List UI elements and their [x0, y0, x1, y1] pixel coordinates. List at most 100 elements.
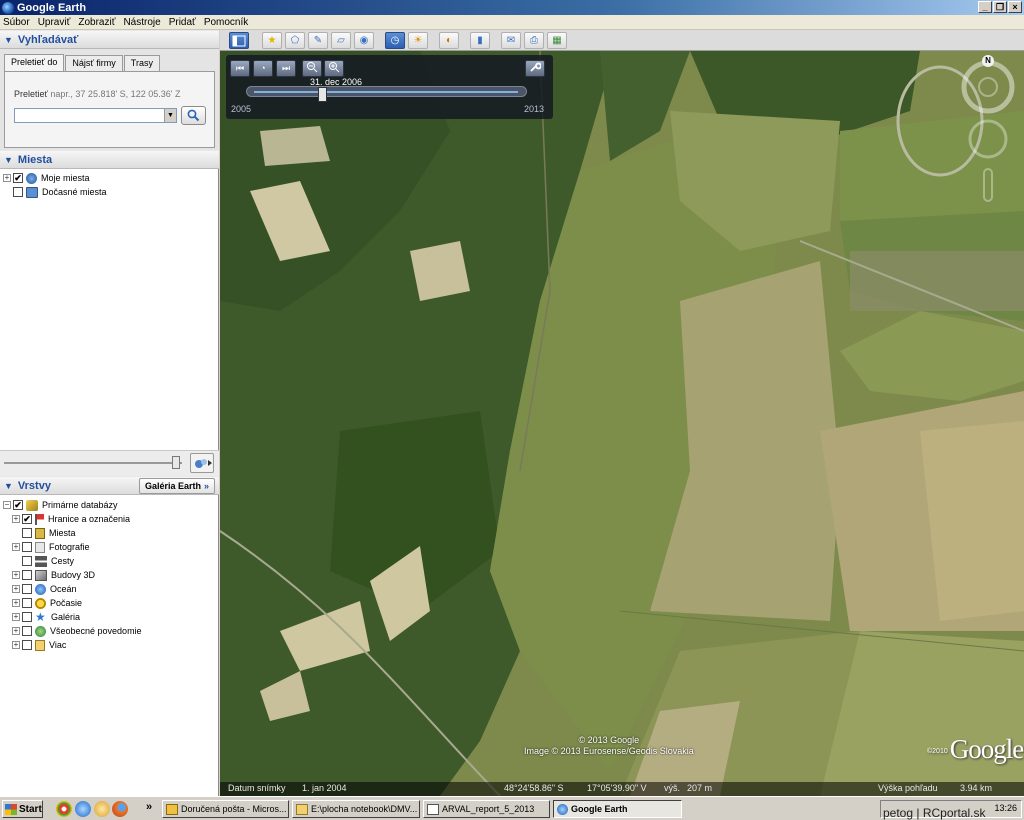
expand-icon[interactable]: + [12, 627, 20, 635]
checkbox-my-places[interactable]: ✔ [13, 173, 23, 183]
expand-icon[interactable]: + [12, 585, 20, 593]
borders-flag-icon [35, 513, 44, 525]
clock[interactable]: 13:26 [994, 803, 1017, 813]
layer-checkbox[interactable] [22, 570, 32, 580]
time-slider-track[interactable] [246, 86, 527, 102]
menu-edit[interactable]: Upraviť [38, 17, 71, 28]
layer-item[interactable]: + Všeobecné povedomie [0, 624, 219, 638]
layer-label: Všeobecné povedomie [50, 626, 142, 636]
menu-view[interactable]: Zobraziť [78, 17, 115, 28]
checkbox-primary-database[interactable]: ✔ [13, 500, 23, 510]
expand-icon[interactable]: + [12, 543, 20, 551]
earth-gallery-button[interactable]: Galéria Earth» [138, 478, 215, 494]
layer-item[interactable]: + Oceán [0, 582, 219, 596]
firefox-quicklaunch-icon[interactable] [112, 801, 128, 817]
layer-item[interactable]: Cesty [0, 554, 219, 568]
restore-button[interactable]: ❐ [993, 1, 1007, 13]
tree-item-temporary-places[interactable]: Dočasné miesta [0, 185, 219, 199]
ruler-button[interactable]: ▮ [470, 32, 490, 49]
google-logo: ©2010Google [927, 734, 1024, 765]
expand-icon[interactable]: + [12, 599, 20, 607]
add-polygon-button[interactable]: ⬠ [285, 32, 305, 49]
ts-forward-button[interactable]: ⏭ [276, 60, 296, 77]
tree-item-primary-database[interactable]: − ✔ Primárne databázy [0, 498, 219, 512]
add-image-overlay-button[interactable]: ▱ [331, 32, 351, 49]
zoom-out-time-button[interactable] [302, 60, 322, 77]
tab-find-businesses[interactable]: Nájsť firmy [65, 55, 123, 71]
zoom-in-time-button[interactable] [324, 60, 344, 77]
layers-header[interactable]: ▼ Vrstvy Galéria Earth» [0, 476, 219, 495]
layer-item[interactable]: + Počasie [0, 596, 219, 610]
email-button[interactable]: ✉ [501, 32, 521, 49]
expand-icon[interactable]: + [12, 515, 20, 523]
expand-icon[interactable]: + [3, 174, 11, 182]
ts-back-button[interactable]: ⏮ [230, 60, 250, 77]
layer-checkbox[interactable] [22, 626, 32, 636]
tour-button[interactable] [190, 453, 214, 473]
opacity-slider-thumb[interactable] [172, 456, 180, 469]
layer-item[interactable]: Miesta [0, 526, 219, 540]
navigation-controls[interactable] [958, 57, 1018, 207]
quicklaunch-more-chevron[interactable]: » [146, 801, 152, 813]
checkbox-temporary-places[interactable] [13, 187, 23, 197]
expand-icon[interactable]: + [12, 613, 20, 621]
start-button[interactable]: Start [2, 800, 43, 818]
layer-checkbox[interactable] [22, 542, 32, 552]
time-slider-thumb[interactable] [318, 87, 327, 102]
layer-checkbox[interactable] [22, 528, 32, 538]
copyright-google: © 2013 Google [578, 735, 640, 745]
layer-checkbox[interactable] [22, 556, 32, 566]
layer-item[interactable]: + Budovy 3D [0, 568, 219, 582]
layer-checkbox[interactable] [22, 640, 32, 650]
tree-item-my-places[interactable]: + ✔ Moje miesta [0, 171, 219, 185]
taskbar-item-explorer[interactable]: E:\plocha notebook\DMV... [292, 800, 420, 818]
layer-checkbox[interactable] [22, 612, 32, 622]
dropdown-arrow-icon[interactable]: ▼ [164, 109, 176, 122]
opacity-slider-track[interactable] [4, 462, 182, 464]
time-settings-button[interactable] [525, 60, 545, 77]
search-button[interactable] [181, 106, 206, 125]
layer-checkbox[interactable] [22, 598, 32, 608]
collapse-icon[interactable]: − [3, 501, 11, 509]
layer-item[interactable]: + Viac [0, 638, 219, 652]
layer-item[interactable]: + ✔ Hranice a označenia [0, 512, 219, 526]
menu-add[interactable]: Pridať [169, 17, 196, 28]
layer-checkbox[interactable] [22, 584, 32, 594]
expand-icon[interactable]: + [12, 641, 20, 649]
layer-checkbox[interactable]: ✔ [22, 514, 32, 524]
map-view[interactable]: ⏮ ◔ ⏭ 31. dec 2006 2005 2013 N © 2013 Go… [220, 51, 1024, 796]
search-header[interactable]: ▼ Vyhľadávať [0, 30, 219, 49]
taskbar-item-google-earth[interactable]: Google Earth [553, 800, 682, 818]
menu-tools[interactable]: Nástroje [123, 17, 160, 28]
desktop-quicklaunch-icon[interactable] [94, 801, 110, 817]
sunlight-button[interactable]: ☀ [408, 32, 428, 49]
toggle-sidebar-button[interactable] [229, 32, 249, 49]
taskbar-item-outlook[interactable]: Doručená pošta - Micros... [162, 800, 289, 818]
menu-file[interactable]: Súbor [3, 17, 30, 28]
search-input[interactable]: ▼ [14, 108, 177, 123]
ts-animate-button[interactable]: ◔ [253, 60, 273, 77]
places-header[interactable]: ▼ Miesta [0, 150, 219, 169]
tab-fly-to[interactable]: Preletieť do [4, 54, 65, 71]
add-path-button[interactable]: ✎ [308, 32, 328, 49]
tab-directions[interactable]: Trasy [123, 55, 160, 71]
planets-button[interactable]: ◐ [439, 32, 459, 49]
layer-item[interactable]: + Fotografie [0, 540, 219, 554]
collapse-triangle-icon: ▼ [4, 480, 13, 491]
expand-icon[interactable]: + [12, 571, 20, 579]
historical-imagery-button[interactable]: ◷ [385, 32, 405, 49]
places-icon [35, 527, 45, 539]
compass-north-marker[interactable]: N [982, 55, 994, 67]
menu-help[interactable]: Pomocník [204, 17, 248, 28]
record-tour-button[interactable]: ◉ [354, 32, 374, 49]
view-in-maps-button[interactable]: ▦ [547, 32, 567, 49]
taskbar-item-report[interactable]: ARVAL_report_5_2013 [423, 800, 550, 818]
add-placemark-button[interactable]: ★ [262, 32, 282, 49]
minimize-button[interactable]: _ [978, 1, 992, 13]
internet-explorer-quicklaunch-icon[interactable] [75, 801, 91, 817]
layer-item[interactable]: + ★ Galéria [0, 610, 219, 624]
pushpin-star-icon: ★ [267, 35, 277, 46]
chrome-quicklaunch-icon[interactable] [56, 801, 72, 817]
close-button[interactable]: × [1008, 1, 1022, 13]
print-button[interactable]: ⎙ [524, 32, 544, 49]
